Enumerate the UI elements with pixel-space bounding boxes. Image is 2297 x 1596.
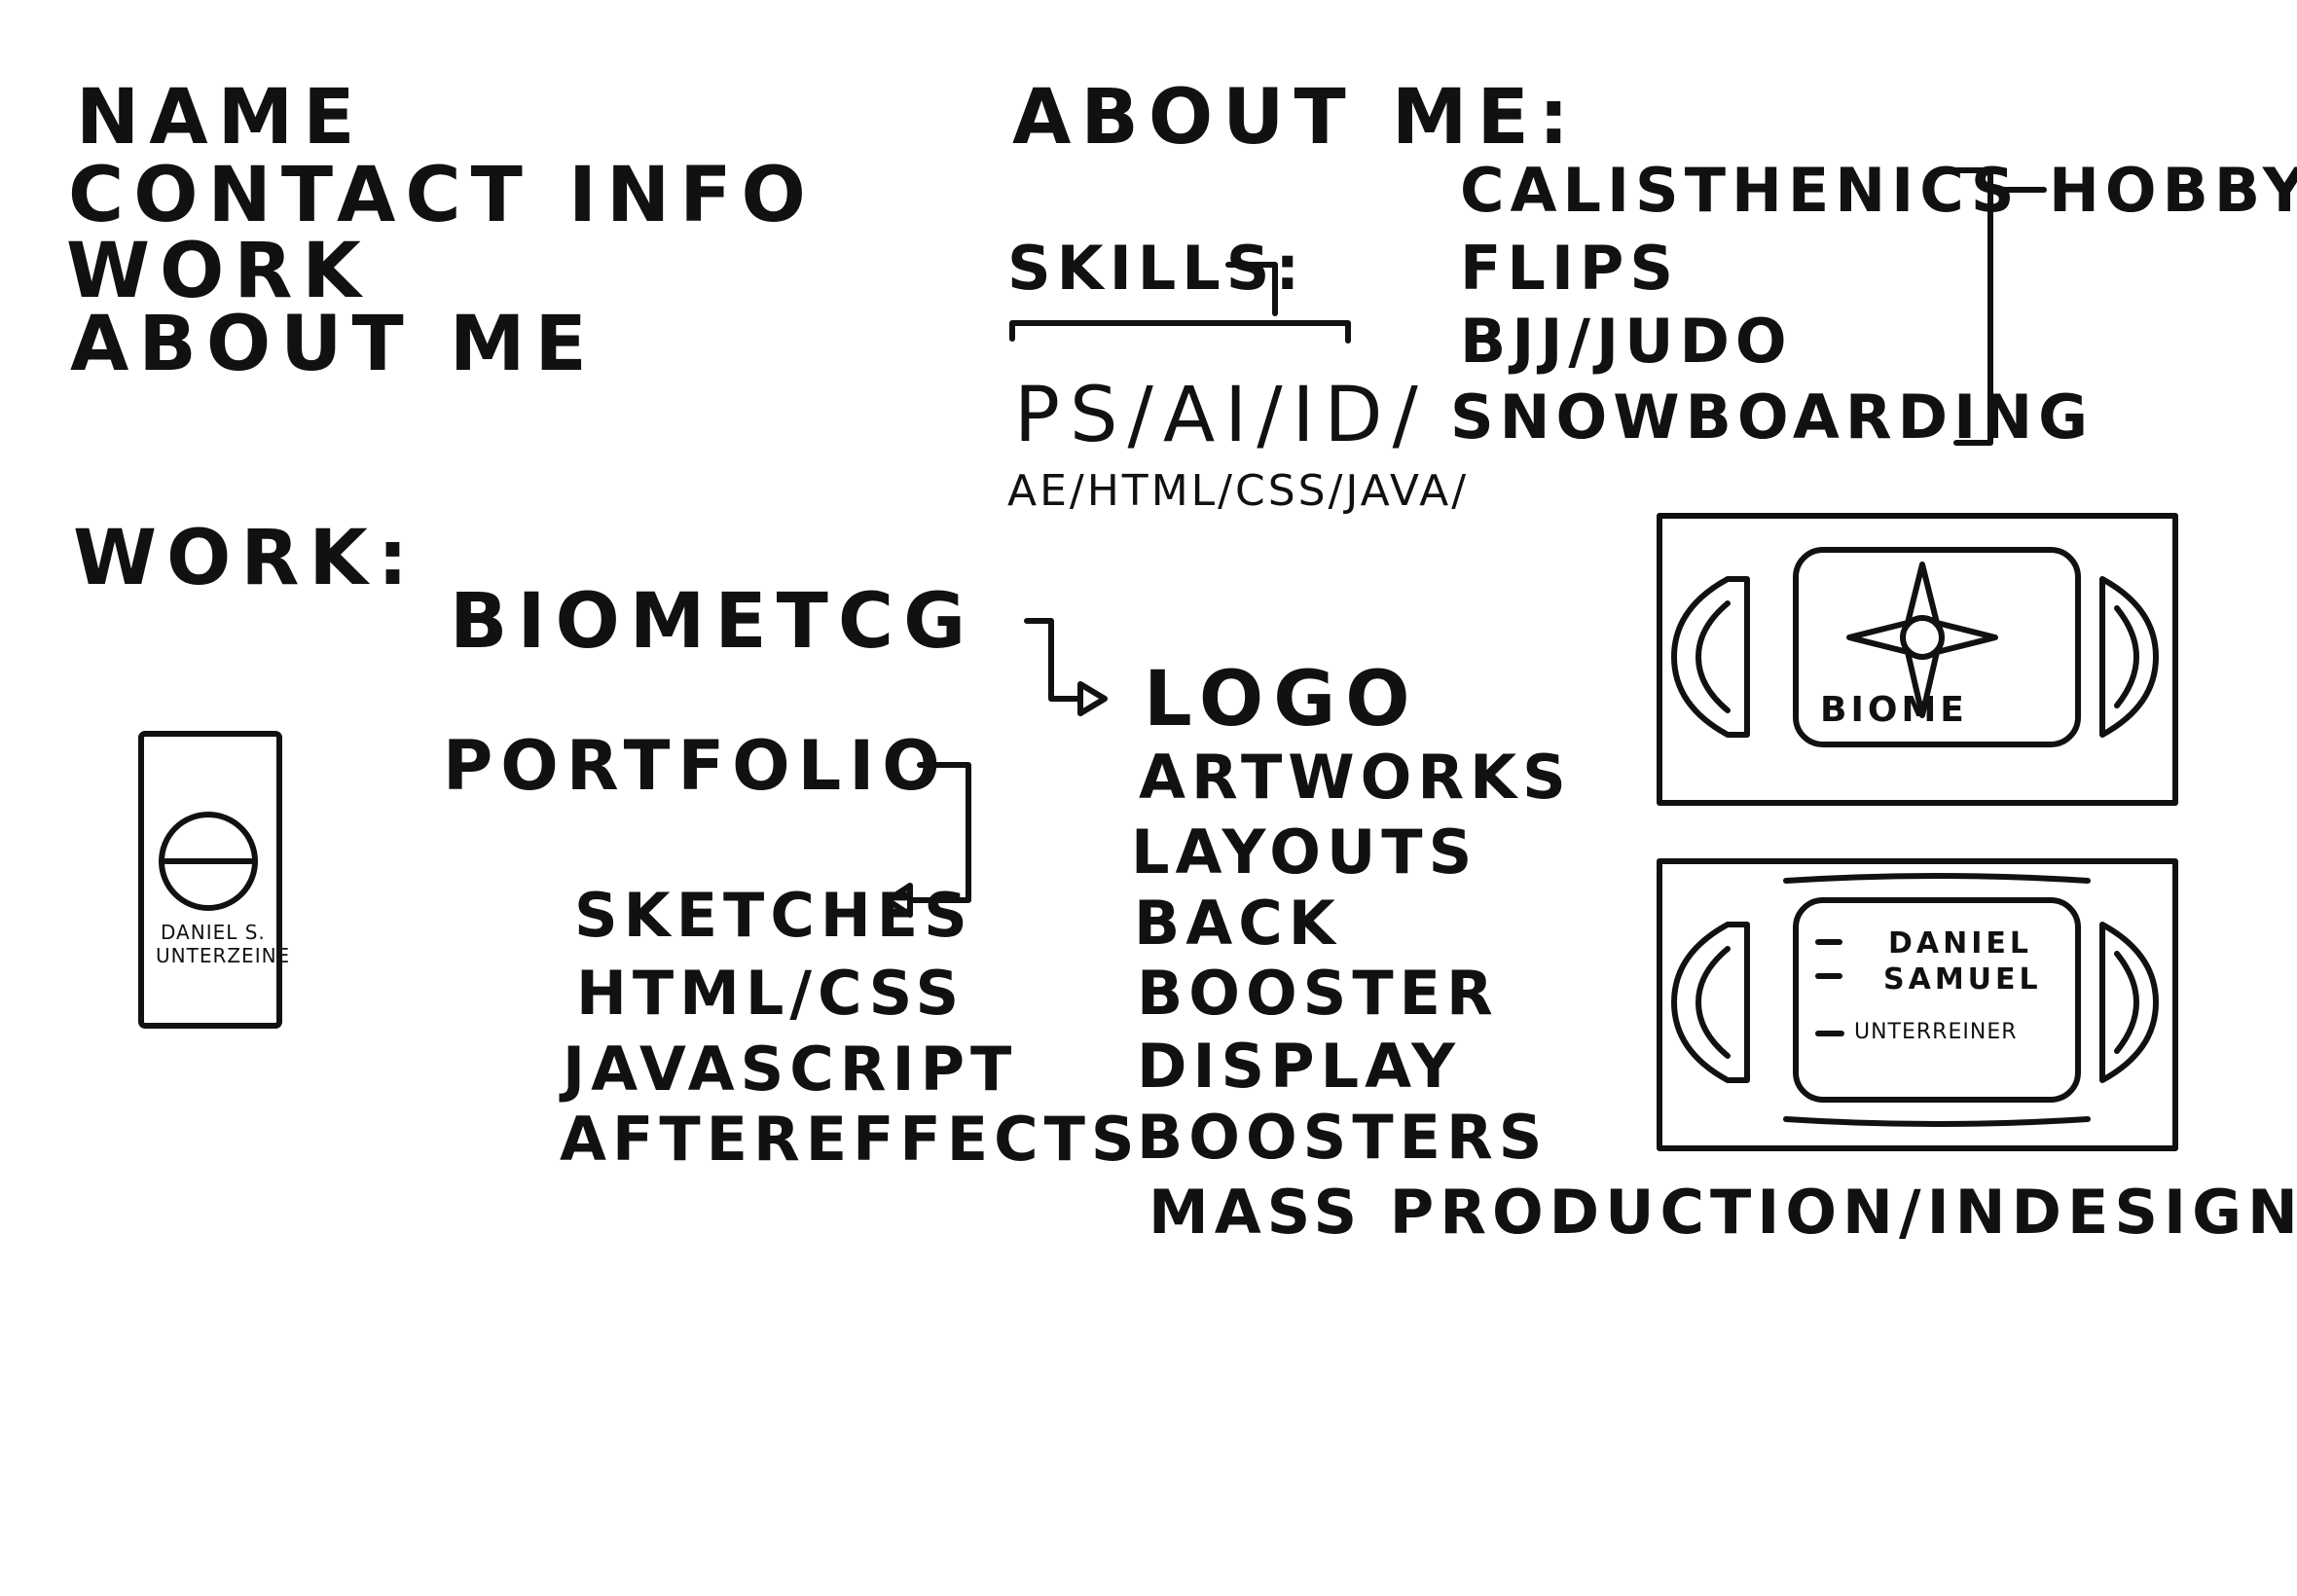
hobby-flips: FLIPS: [1460, 233, 1680, 304]
biome-item-logo: LOGO: [1144, 656, 1420, 744]
biome-item-back: BACK: [1134, 888, 1341, 959]
biome-item-display: DISPLAY: [1137, 1031, 1462, 1102]
hobby-snowboarding: SNOWBOARDING: [1450, 381, 2094, 453]
cartridge-name-right-handle: [2099, 922, 2159, 1083]
skills-line-1: PS/AI/ID/: [1014, 372, 1428, 459]
biometcg-arrowhead: [1077, 681, 1108, 716]
logo-tag-frame: [138, 731, 282, 1029]
biome-item-boosters: BOOSTERS: [1137, 1102, 1549, 1173]
project-portfolio[interactable]: PORTFOLIO: [443, 732, 948, 800]
cartridge-name-line-1: DANIEL: [1888, 926, 2032, 961]
logo-tag-line-2: UNTERZEINE: [156, 944, 291, 967]
hobby-calisthenics: CALISTHENICS: [1460, 155, 2021, 226]
nav-item-contact-info[interactable]: CONTACT INFO: [68, 158, 816, 234]
cartridge-biome-label: BIOME: [1820, 690, 1968, 730]
nav-item-work[interactable]: WORK: [66, 234, 371, 309]
portfolio-item-aftereffects: AFTEREFFECTS: [560, 1104, 1141, 1175]
about-title: ABOUT ME:: [1012, 74, 1579, 162]
biome-item-mass-production: MASS PRODUCTION/INDESIGN: [1148, 1177, 2297, 1248]
cartridge-name-line-2: SAMUEL: [1883, 962, 2042, 997]
logo-tag-line-1: DANIEL S.: [161, 921, 266, 944]
biometcg-arrow: [1024, 618, 1083, 702]
portfolio-item-javascript: JAVASCRIPT: [563, 1034, 1018, 1105]
cartridge-name-frame: [1657, 858, 2178, 1151]
cartridge-name-line-3: UNTERREINER: [1854, 1020, 2018, 1044]
cartridge-biome-frame: [1657, 513, 2178, 806]
portfolio-item-sketches: SKETCHES: [574, 880, 973, 951]
hobbies-label: HOBBYS: [2049, 155, 2297, 226]
skills-label: SKILLS:: [1007, 233, 1306, 304]
project-biometcg[interactable]: BIOMETCG: [450, 584, 975, 660]
portfolio-item-html-css: HTML/CSS: [576, 958, 966, 1029]
work-title: WORK:: [73, 515, 419, 602]
biome-item-artworks: ARTWORKS: [1139, 742, 1572, 813]
skills-line-2: AE/HTML/CSS/JAVA/: [1007, 466, 1470, 516]
cartridge-biome-left-handle: [1671, 576, 1750, 738]
cartridge-name-left-handle: [1671, 922, 1750, 1083]
nav-item-name[interactable]: NAME: [76, 80, 365, 156]
biome-item-layouts: LAYOUTS: [1131, 816, 1478, 888]
hobby-bjj-judo: BJJ/JUDO: [1460, 306, 1793, 377]
nav-item-about-me[interactable]: ABOUT ME: [70, 307, 597, 382]
skills-underline-bracket: [1009, 320, 1351, 344]
cartridge-biome-right-handle: [2099, 576, 2159, 738]
biome-item-booster: BOOSTER: [1137, 958, 1499, 1029]
